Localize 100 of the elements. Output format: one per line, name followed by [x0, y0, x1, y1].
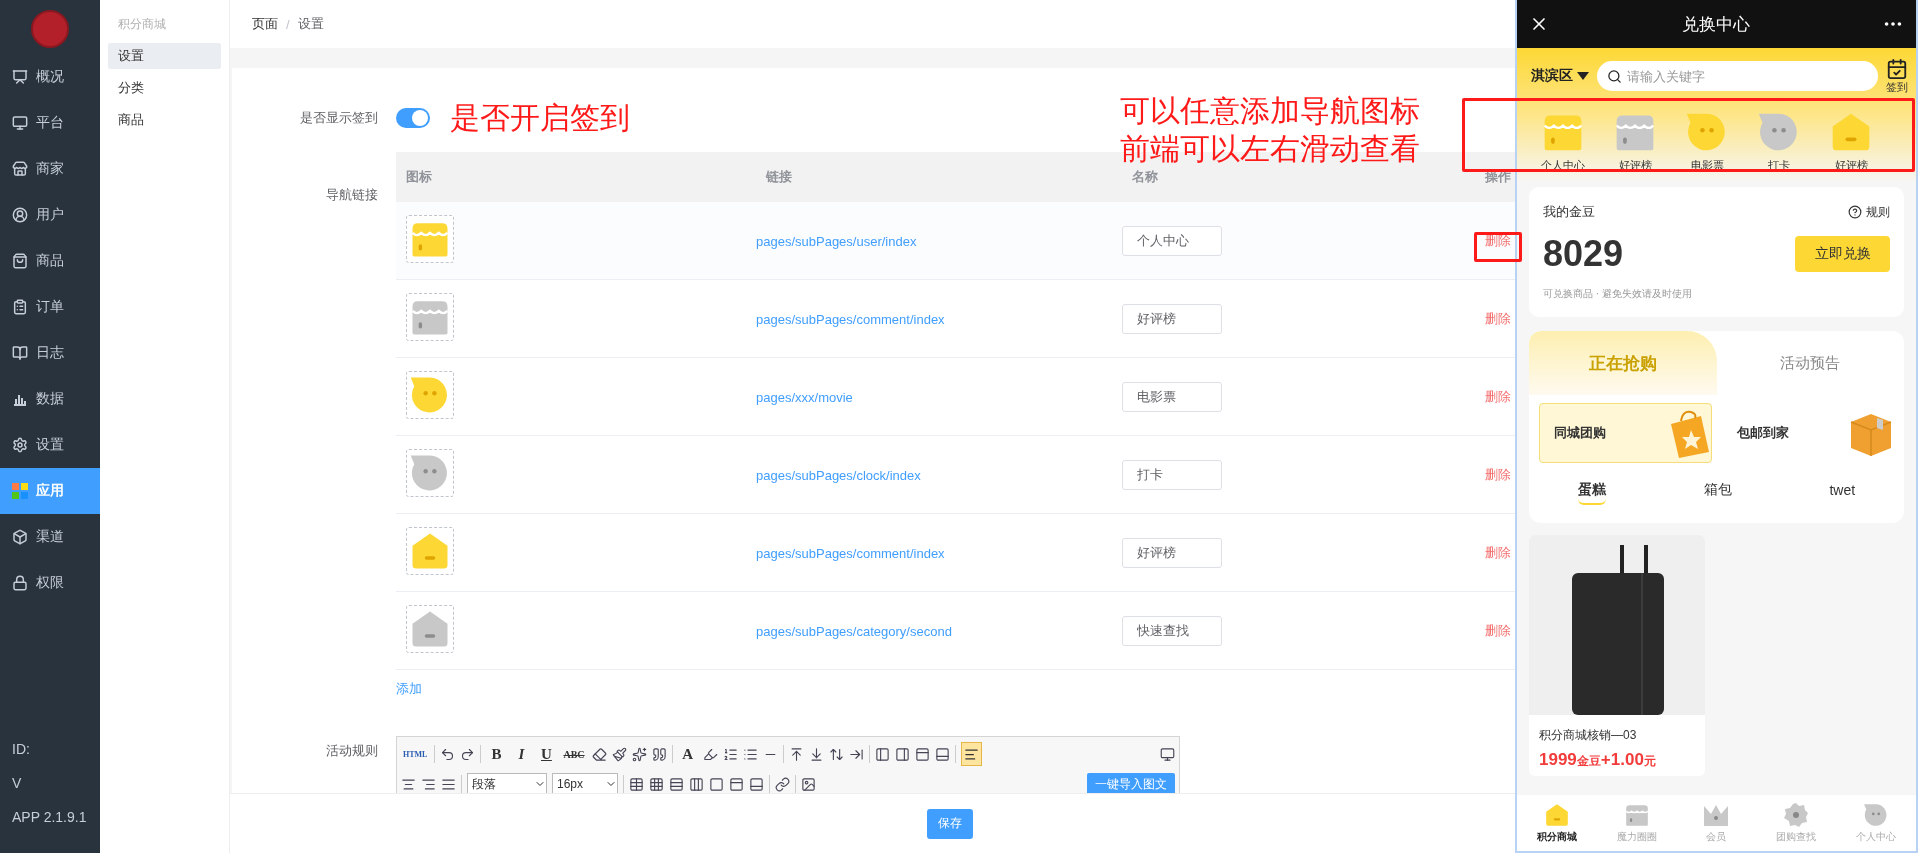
float-right-icon[interactable] [894, 746, 910, 762]
table-icon[interactable] [629, 776, 644, 792]
name-input[interactable]: 电影票 [1122, 381, 1222, 412]
location-select[interactable]: 淇滨区 [1531, 67, 1589, 85]
strikethrough-button[interactable]: ABC [561, 742, 587, 766]
field-label: 活动规则 [325, 742, 379, 760]
sidebar-item[interactable]: 数据 [0, 376, 100, 422]
submenu-item[interactable]: 分类 [108, 75, 221, 101]
store-icon [12, 161, 28, 177]
rules-link[interactable]: 规则 [1848, 203, 1890, 221]
name-input[interactable]: 打卡 [1122, 459, 1222, 490]
bottom-tab[interactable]: 积分商城 [1517, 795, 1597, 851]
bold-button[interactable]: B [486, 742, 507, 766]
sidebar-item[interactable]: 平台 [0, 100, 100, 146]
sparkles-icon[interactable] [631, 746, 647, 762]
sidebar-item[interactable]: 用户 [0, 192, 100, 238]
undo-icon[interactable] [440, 746, 456, 762]
sidebar-item[interactable]: 订单 [0, 284, 100, 330]
breadcrumb-item[interactable]: 页面 [252, 15, 278, 33]
font-size-select[interactable]: 16px [552, 773, 618, 793]
align-right-icon[interactable] [421, 776, 436, 792]
annotation-text: 是否开启签到 [450, 100, 630, 136]
align-left-button[interactable] [960, 742, 982, 766]
beans-amount: 8029 [1543, 233, 1624, 275]
caret-icon [1577, 72, 1589, 80]
line-height-icon[interactable] [828, 746, 844, 762]
column-header: 名称 [1131, 168, 1159, 186]
face-icon [406, 370, 454, 419]
gear-icon [1783, 802, 1810, 828]
image-icon[interactable] [801, 776, 816, 792]
product-card[interactable]: 积分商城核销—03 1999金豆+1.00元 [1529, 535, 1705, 776]
columns-icon[interactable] [689, 776, 704, 792]
submenu-item[interactable]: 商品 [108, 107, 221, 133]
paragraph-select[interactable]: 段落 [467, 773, 547, 793]
clipboard-icon [12, 299, 28, 315]
font-color-button[interactable]: A [677, 742, 698, 766]
sidebar-item[interactable]: 概况 [0, 54, 100, 100]
search-field[interactable]: 请输入关键字 [1597, 61, 1878, 91]
breadcrumb-item[interactable]: 设置 [297, 15, 324, 33]
face-icon [406, 448, 454, 497]
float-top-icon[interactable] [914, 746, 930, 762]
sidebar-item[interactable]: 渠道 [0, 514, 100, 560]
sidebar-item[interactable]: 商家 [0, 146, 100, 192]
sidebar-item[interactable]: 权限 [0, 560, 100, 606]
sidebar-item[interactable]: 设置 [0, 422, 100, 468]
name-input[interactable]: 好评榜 [1122, 537, 1222, 568]
eraser-icon[interactable] [591, 746, 607, 762]
submenu-item[interactable]: 设置 [108, 43, 221, 69]
category-tab[interactable]: 蛋糕 [1577, 481, 1606, 505]
annotation-box [1474, 232, 1522, 262]
cube-icon [12, 529, 28, 545]
preview-icon[interactable] [1160, 746, 1175, 762]
name-input[interactable]: 快速查找 [1122, 615, 1222, 646]
cell-icon[interactable] [709, 776, 724, 792]
house-icon [406, 526, 454, 575]
user-icon [12, 207, 28, 223]
house-icon [1543, 802, 1570, 828]
field-label: 是否显示签到 [299, 109, 379, 127]
underline-button[interactable]: U [536, 742, 557, 766]
sidebar-footer-text: V [12, 775, 23, 791]
highlighter-icon[interactable] [702, 746, 718, 762]
sidebar-footer-text: APP 2.1.9.1 [12, 809, 88, 825]
table-grid-icon[interactable] [649, 776, 664, 792]
table-header-icon[interactable] [729, 776, 744, 792]
category-tab[interactable]: twet [1829, 481, 1856, 505]
quote-icon[interactable] [651, 746, 667, 762]
product-title: 积分商城核销—03 [1538, 727, 1638, 744]
shop-icon [406, 214, 454, 263]
exchange-button[interactable]: 立即兑换 [1795, 236, 1890, 272]
rows-icon[interactable] [669, 776, 684, 792]
align-left-icon [963, 746, 979, 762]
field-label: 导航链接 [325, 186, 379, 204]
ordered-list-icon[interactable] [722, 746, 738, 762]
html-button[interactable]: HTML [401, 742, 430, 766]
apps-icon [12, 483, 28, 499]
toggle-switch[interactable] [396, 108, 430, 128]
table-footer-icon[interactable] [749, 776, 764, 792]
name-input[interactable]: 好评榜 [1122, 303, 1222, 334]
book-icon [12, 345, 28, 361]
align-justify-icon[interactable] [441, 776, 456, 792]
sidebar-item[interactable]: 日志 [0, 330, 100, 376]
category-tab[interactable]: 箱包 [1703, 481, 1732, 505]
float-left-icon[interactable] [874, 746, 890, 762]
italic-button[interactable]: I [511, 742, 532, 766]
phone-title: 兑换中心 [1681, 13, 1750, 36]
float-bottom-icon[interactable] [934, 746, 950, 762]
name-input[interactable]: 个人中心 [1122, 225, 1222, 256]
bag-icon [12, 253, 28, 269]
sign-in-button[interactable]: 签到 [1886, 57, 1908, 95]
bullet-list-icon[interactable] [742, 746, 758, 762]
align-center-icon[interactable] [401, 776, 416, 792]
presentation-icon [12, 69, 28, 85]
annotation-text: 可以任意添加导航图标 前端可以左右滑动查看 [1120, 93, 1420, 167]
brush-icon[interactable] [611, 746, 627, 762]
sidebar-item[interactable]: 商品 [0, 238, 100, 284]
column-header: 图标 [405, 168, 433, 186]
channel-card[interactable]: 同城团购 [1539, 403, 1712, 463]
redo-icon[interactable] [460, 746, 476, 762]
link-icon[interactable] [775, 776, 790, 792]
submenu-title: 积分商城 [117, 16, 167, 33]
